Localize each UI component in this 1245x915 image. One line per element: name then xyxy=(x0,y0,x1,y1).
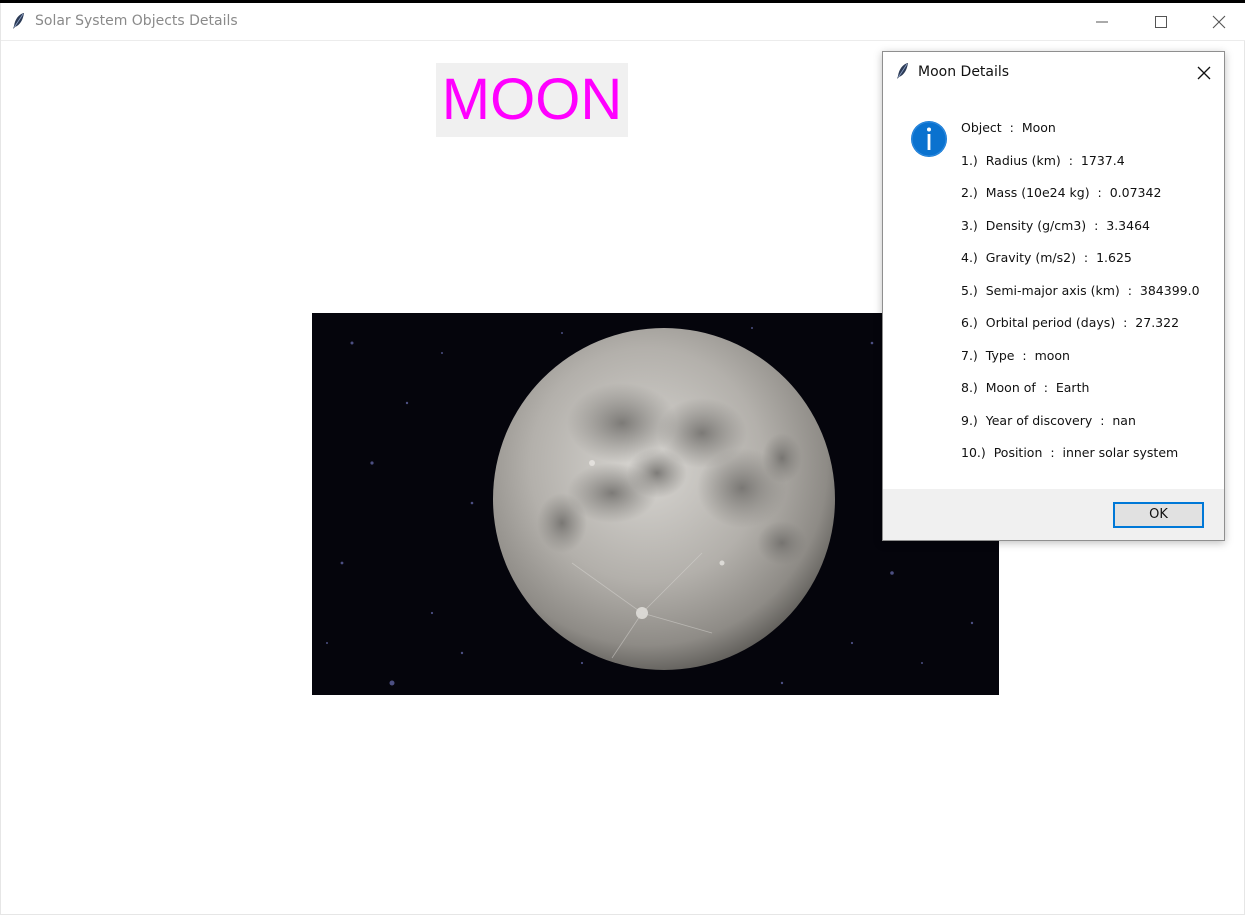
close-button[interactable] xyxy=(1190,3,1245,41)
close-icon xyxy=(1212,15,1226,29)
window-titlebar[interactable]: Solar System Objects Details xyxy=(1,3,1245,41)
detail-type: 7.) Type : moon xyxy=(961,347,1070,363)
detail-semi-major-axis: 5.) Semi-major axis (km) : 384399.0 xyxy=(961,282,1200,298)
maximize-icon xyxy=(1155,16,1167,28)
feather-icon xyxy=(896,62,910,80)
ok-button[interactable]: OK xyxy=(1113,502,1204,528)
detail-year-of-discovery: 9.) Year of discovery : nan xyxy=(961,412,1136,428)
dialog-close-button[interactable] xyxy=(1183,56,1223,88)
minimize-button[interactable] xyxy=(1073,3,1131,41)
feather-icon xyxy=(12,12,26,30)
dialog-titlebar[interactable]: Moon Details xyxy=(883,52,1224,92)
dialog-title: Moon Details xyxy=(918,64,1010,80)
detail-radius: 1.) Radius (km) : 1737.4 xyxy=(961,152,1125,168)
close-icon xyxy=(1197,66,1211,80)
object-name-label: MOON xyxy=(436,63,628,137)
detail-object: Object : Moon xyxy=(961,120,1056,135)
minimize-icon xyxy=(1096,21,1108,23)
dialog-footer: OK xyxy=(883,489,1224,540)
detail-mass: 2.) Mass (10e24 kg) : 0.07342 xyxy=(961,185,1162,200)
window-title: Solar System Objects Details xyxy=(35,13,238,29)
details-list: Object : Moon 1.) Radius (km) : 1737.4 2… xyxy=(961,120,1221,478)
detail-moon-of: 8.) Moon of : Earth xyxy=(961,380,1090,395)
detail-orbital-period: 6.) Orbital period (days) : 27.322 xyxy=(961,315,1180,330)
info-icon xyxy=(910,120,948,158)
detail-position: 10.) Position : inner solar system xyxy=(961,445,1179,460)
maximize-button[interactable] xyxy=(1132,3,1190,41)
detail-gravity: 4.) Gravity (m/s2) : 1.625 xyxy=(961,250,1132,265)
moon-details-dialog: Moon Details Object : Moon 1.) Radius (k… xyxy=(882,51,1225,541)
detail-density: 3.) Density (g/cm3) : 3.3464 xyxy=(961,217,1150,233)
